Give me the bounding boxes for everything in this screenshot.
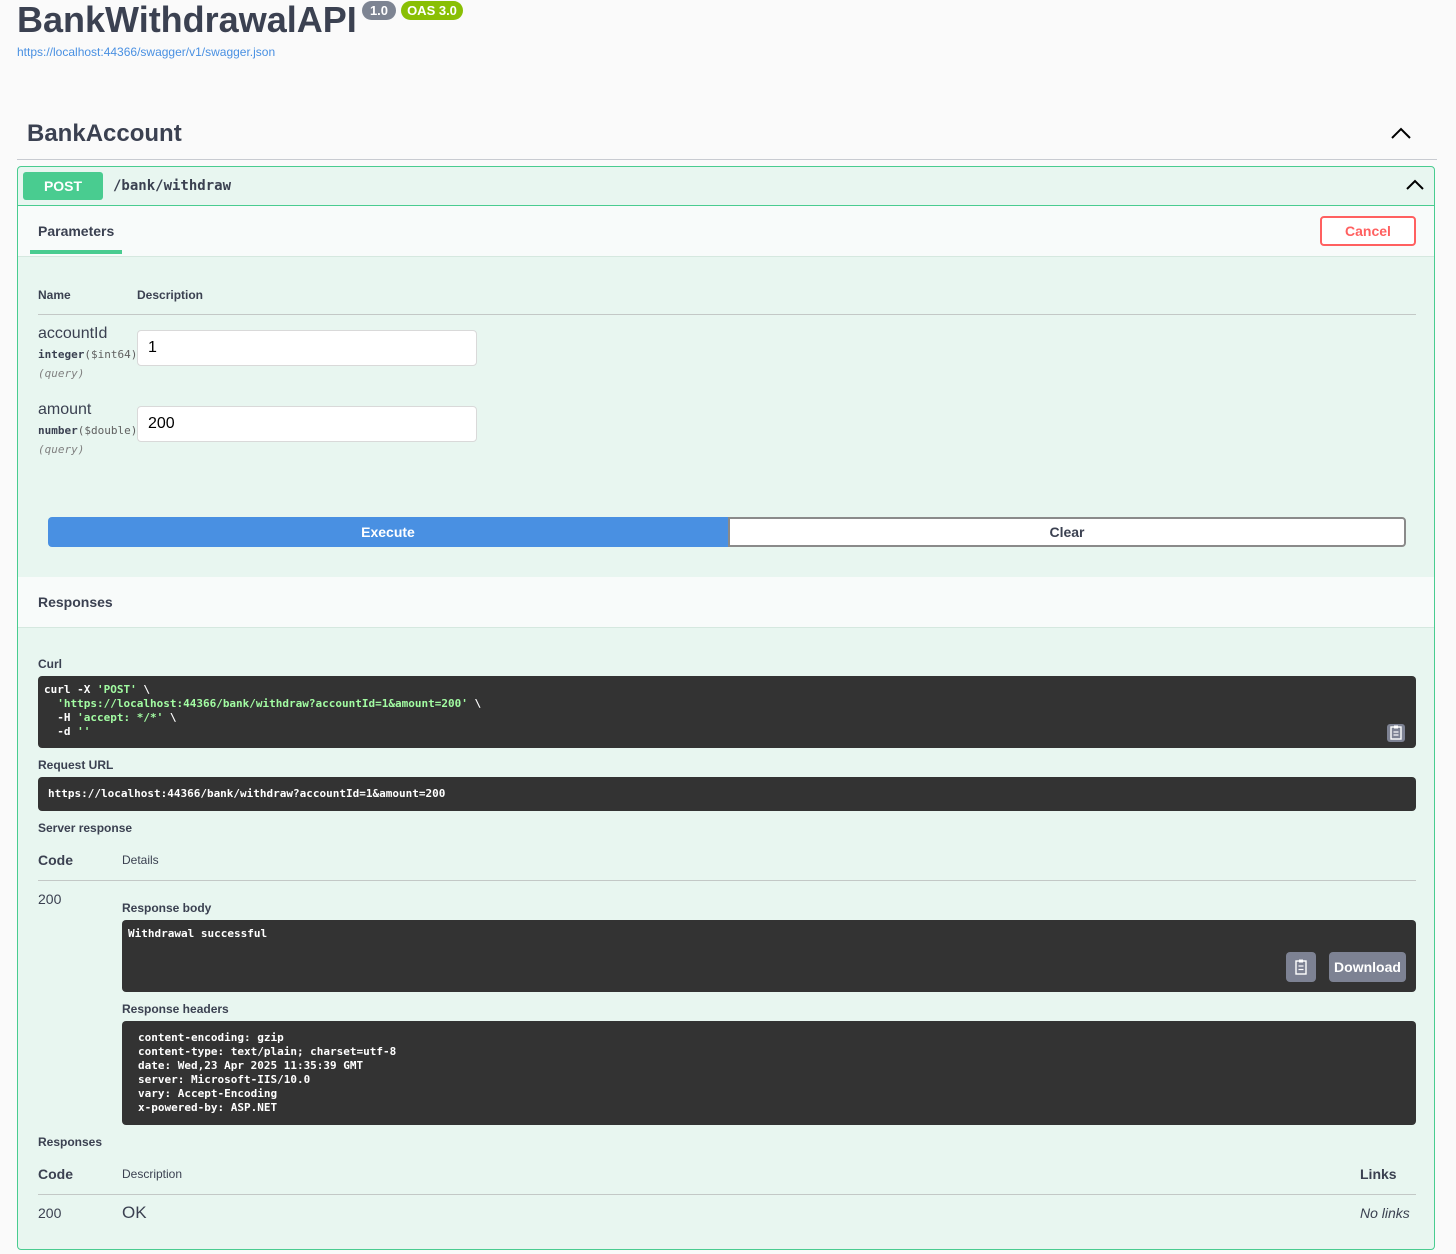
spec-json-link[interactable]: https://localhost:44366/swagger/v1/swagg… — [17, 45, 275, 59]
param-name: accountId — [38, 325, 108, 342]
server-response-label: Server response — [38, 821, 133, 835]
response-headers-block[interactable]: content-encoding: gzip content-type: text… — [122, 1021, 1416, 1125]
documented-responses-divider — [38, 1194, 1416, 1195]
request-url-value[interactable]: https://localhost:44366/bank/withdraw?ac… — [38, 777, 1416, 811]
param-format: ($int64) — [84, 348, 138, 361]
chevron-up-icon[interactable] — [1390, 126, 1412, 140]
amount-input[interactable] — [137, 406, 477, 442]
response-links: No links — [1360, 1205, 1410, 1221]
clear-button[interactable]: Clear — [728, 517, 1406, 547]
description-col-header: Description — [122, 1167, 183, 1181]
col-name-header: Name — [38, 288, 71, 302]
response-status-code: 200 — [38, 891, 62, 907]
details-col-header: Details — [122, 853, 159, 867]
cancel-button[interactable]: Cancel — [1320, 216, 1416, 246]
curl-text: \ — [163, 711, 177, 724]
response-body-block[interactable]: Withdrawal successful — [122, 920, 1416, 992]
documented-responses-title: Responses — [38, 1135, 103, 1149]
param-location: (query) — [38, 443, 85, 456]
param-type: number($double) — [38, 424, 137, 437]
param-format: ($double) — [77, 424, 138, 437]
response-header-line: content-type: text/plain; charset=utf-8 — [138, 1045, 397, 1058]
params-divider — [38, 314, 1416, 315]
response-header-line: vary: Accept-Encoding — [138, 1087, 278, 1100]
curl-code-block[interactable]: curl -X 'POST' \ 'https://localhost:4436… — [38, 676, 1416, 748]
param-type-name: integer — [38, 348, 85, 361]
operation-path[interactable]: /bank/withdraw — [113, 178, 231, 194]
request-url-label: Request URL — [38, 758, 114, 772]
response-headers-label: Response headers — [122, 1002, 229, 1016]
curl-text: curl -X — [44, 683, 97, 696]
param-type: integer($int64) — [38, 348, 137, 361]
responses-title: Responses — [38, 594, 113, 610]
curl-url: 'https://localhost:44366/bank/withdraw?a… — [57, 697, 468, 710]
response-header-line: server: Microsoft-IIS/10.0 — [138, 1073, 311, 1086]
param-type-name: number — [38, 424, 78, 437]
col-description-header: Description — [137, 288, 204, 302]
download-button[interactable]: Download — [1329, 952, 1406, 982]
response-header-line: date: Wed,23 Apr 2025 11:35:39 GMT — [138, 1059, 364, 1072]
method-badge[interactable]: POST — [23, 172, 103, 200]
response-code: 200 — [38, 1205, 62, 1221]
response-header-line: content-encoding: gzip — [138, 1031, 284, 1044]
curl-text: \ — [136, 683, 150, 696]
tag-title[interactable]: BankAccount — [27, 120, 182, 148]
version-badge: 1.0 — [362, 1, 396, 20]
code-col-header: Code — [38, 852, 73, 868]
response-header-line: x-powered-by: ASP.NET — [138, 1101, 278, 1114]
parameters-header — [18, 206, 1434, 257]
api-title: BankWithdrawalAPI — [17, 0, 357, 40]
curl-text: \ — [467, 697, 482, 710]
tab-parameters[interactable]: Parameters — [38, 223, 114, 239]
server-response-divider — [38, 880, 1416, 881]
copy-to-clipboard-icon[interactable] — [1387, 724, 1405, 742]
tag-divider — [17, 159, 1437, 160]
links-col-header: Links — [1360, 1166, 1397, 1182]
curl-text: -d — [57, 725, 78, 738]
curl-method: 'POST' — [96, 683, 137, 696]
curl-label: Curl — [38, 657, 62, 671]
tab-underline — [30, 250, 122, 254]
curl-text: -H — [57, 711, 78, 724]
curl-header: 'accept: */*' — [77, 711, 164, 724]
response-body-label: Response body — [122, 901, 212, 915]
oas-badge: OAS 3.0 — [401, 1, 463, 20]
curl-data: '' — [77, 725, 91, 738]
copy-to-clipboard-icon[interactable] — [1286, 952, 1316, 982]
param-name: amount — [38, 401, 92, 418]
account-id-input[interactable] — [137, 330, 477, 366]
chevron-up-icon[interactable] — [1405, 178, 1425, 191]
response-description: OK — [122, 1203, 147, 1222]
responses-header — [18, 577, 1434, 628]
execute-button[interactable]: Execute — [48, 517, 728, 547]
code-col-header: Code — [38, 1166, 73, 1182]
param-location: (query) — [38, 367, 85, 380]
